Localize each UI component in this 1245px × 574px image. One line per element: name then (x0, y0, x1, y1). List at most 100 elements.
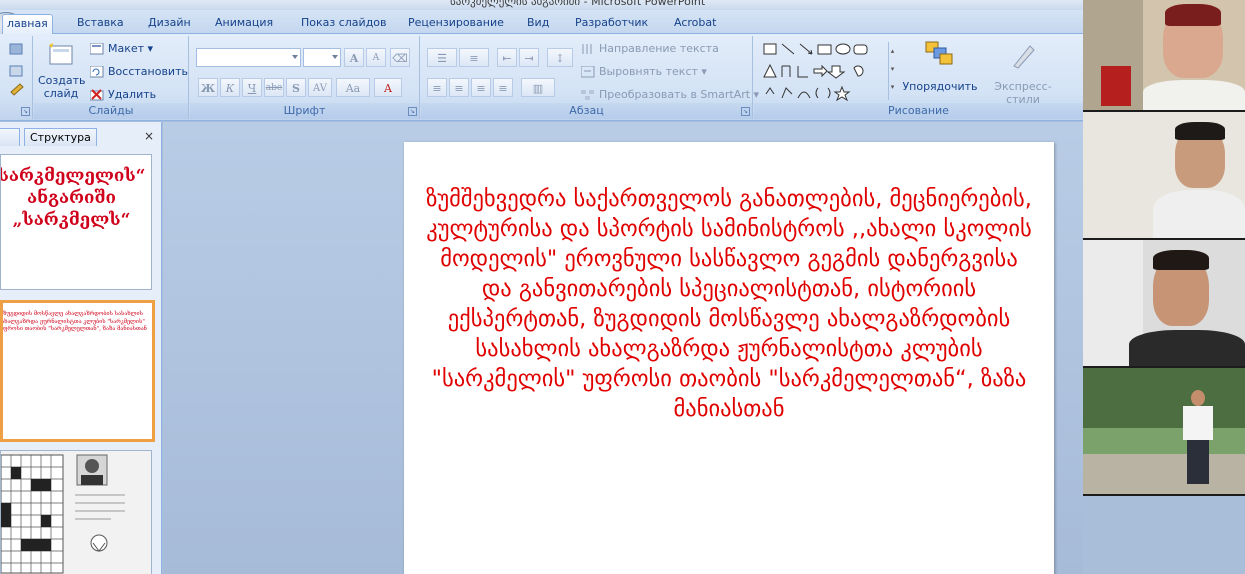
slide-thumbnail-1[interactable]: სარკმელელის“ ანგარიში „სარკმელს“ (0, 154, 152, 290)
video-participants-panel (1083, 0, 1245, 574)
columns-button[interactable]: ▥ (521, 78, 555, 97)
smartart-button[interactable]: Преобразовать в SmartArt ▾ (579, 86, 759, 104)
participant-4-head (1191, 390, 1205, 406)
justify-button[interactable]: ≡ (493, 78, 513, 97)
text-direction-label: Направление текста (599, 42, 719, 55)
drawing-group: ▴ ▾ ▾ Упорядочить Экспресс-стили Рисование (754, 36, 1083, 119)
shapes-scroll[interactable]: ▴ ▾ ▾ (888, 42, 896, 100)
grow-font-button[interactable]: A (344, 48, 364, 67)
align-right-button[interactable]: ≡ (471, 78, 491, 97)
layout-label: Макет (108, 42, 145, 55)
reset-button[interactable]: Восстановить (88, 63, 188, 81)
font-group-label: Шрифт (190, 103, 419, 119)
tab-review[interactable]: Рецензирование (404, 14, 508, 34)
bold-button[interactable]: Ж (198, 78, 218, 97)
increase-indent-button[interactable]: ⇥ (519, 48, 539, 67)
align-left-button[interactable]: ≡ (427, 78, 447, 97)
reset-label: Восстановить (108, 65, 188, 78)
panel-tabs: Структура × (0, 126, 160, 146)
slide-thumbnail-2-text: ზუგდიდის მოსწავლე ახალგაზრდობის სასახლის… (0, 311, 147, 333)
delete-label: Удалить (108, 88, 157, 101)
line-spacing-button[interactable]: ↕ (547, 48, 573, 67)
crossword-image (1, 454, 125, 574)
font-size-select[interactable] (303, 48, 341, 67)
participant-4-shirt (1183, 406, 1213, 440)
quick-styles-button[interactable]: Экспресс-стили (978, 38, 1068, 106)
underline-button[interactable]: Ч (242, 78, 262, 97)
font-family-select[interactable] (196, 48, 301, 67)
align-center-button[interactable]: ≡ (449, 78, 469, 97)
align-text-button[interactable]: Выровнять текст ▾ (579, 63, 707, 81)
create-slide-label: Создать слайд (38, 74, 86, 100)
slide-thumbnail-3[interactable] (0, 450, 152, 574)
font-group: A A ⌫ Ж К Ч abe S AV Aa A Шрифт ↘ (190, 36, 420, 119)
participant-1-hair (1165, 4, 1221, 26)
tab-developer[interactable]: Разработчик (571, 14, 652, 34)
participant-2-shirt (1153, 190, 1245, 238)
participant-1-shirt (1143, 80, 1245, 110)
tab-animation[interactable]: Анимация (211, 14, 277, 34)
change-case-button[interactable]: Aa (336, 78, 370, 97)
window-title-bar: სარკმელელის ანგარიში - Microsoft PowerPo… (0, 0, 1083, 10)
numbering-button[interactable]: ≡ (459, 48, 489, 67)
tab-home[interactable]: лавная (2, 14, 53, 35)
slide-body-text[interactable]: ზუმშეხვედრა საქართველოს განათლების, მეცნ… (424, 184, 1034, 424)
shadow-button[interactable]: S (286, 78, 306, 97)
arrange-button[interactable]: Упорядочить (902, 38, 978, 102)
window-title: სარკმელელის ანგარიში - Microsoft PowerPo… (450, 0, 706, 8)
char-spacing-button[interactable]: AV (308, 78, 332, 97)
video-4-ground (1083, 454, 1245, 494)
clipboard-icons[interactable] (8, 42, 26, 102)
bullets-button[interactable]: ☰ (427, 48, 457, 67)
tab-structure[interactable]: Структура (24, 128, 97, 146)
participant-video-2[interactable] (1083, 112, 1245, 238)
video-panel-empty (1083, 496, 1245, 574)
tab-slides[interactable] (0, 128, 20, 146)
tab-insert[interactable]: Вставка (73, 14, 128, 34)
arrange-label: Упорядочить (902, 80, 978, 93)
slide-thumbnail-2[interactable]: ზუგდიდის მოსწავლე ახალგაზრდობის სასახლის… (0, 300, 155, 442)
participant-2-hair (1175, 122, 1225, 140)
slides-group-label: Слайды (34, 103, 188, 119)
font-color-button[interactable]: A (374, 78, 402, 97)
create-slide-button[interactable]: Создать слайд (38, 40, 86, 102)
shapes-gallery[interactable] (762, 42, 892, 102)
align-text-label: Выровнять текст (599, 65, 698, 78)
ribbon-tab-row: лавная Вставка Дизайн Анимация Показ сла… (0, 10, 1083, 42)
delete-icon (90, 89, 104, 101)
slides-panel: Структура × სარკმელელის“ ანგარიში „სარკმ… (0, 122, 162, 574)
participant-4-pants (1187, 440, 1209, 484)
align-text-icon (581, 66, 595, 78)
tab-design[interactable]: Дизайн (144, 14, 195, 34)
delete-button[interactable]: Удалить (88, 86, 156, 104)
participant-video-1[interactable] (1083, 0, 1245, 110)
decrease-indent-button[interactable]: ⇤ (497, 48, 517, 67)
reset-icon (90, 66, 104, 78)
tab-slideshow[interactable]: Показ слайдов (297, 14, 391, 34)
paragraph-launcher-icon[interactable]: ↘ (741, 107, 750, 116)
tab-acrobat[interactable]: Acrobat (670, 14, 720, 34)
quick-styles-icon (1013, 45, 1035, 69)
clipboard-launcher-icon[interactable]: ↘ (21, 107, 30, 116)
participant-video-3[interactable] (1083, 240, 1245, 366)
layout-button[interactable]: Макет ▾ (88, 40, 153, 58)
close-panel-icon[interactable]: × (144, 129, 154, 143)
clipboard-group: ↘ (0, 36, 33, 119)
participant-video-4[interactable] (1083, 368, 1245, 494)
strikethrough-button[interactable]: abe (264, 78, 284, 97)
new-slide-icon (49, 43, 73, 65)
clear-format-button[interactable]: ⌫ (390, 48, 410, 67)
text-direction-button[interactable]: Направление текста (579, 40, 719, 58)
smartart-label: Преобразовать в SmartArt (599, 88, 751, 101)
video-4-trees (1083, 368, 1245, 428)
slide-workspace: ზუმშეხვედრა საქართველოს განათლების, მეცნ… (163, 122, 1083, 574)
italic-button[interactable]: К (220, 78, 240, 97)
paragraph-group: ☰ ≡ ⇤ ⇥ ↕ ≡ ≡ ≡ ≡ ▥ Направление текста В… (421, 36, 759, 119)
shrink-font-button[interactable]: A (366, 48, 386, 67)
paragraph-group-label: Абзац (421, 103, 752, 119)
video-1-poster (1101, 66, 1131, 106)
font-launcher-icon[interactable]: ↘ (408, 107, 417, 116)
current-slide[interactable]: ზუმშეხვედრა საქართველოს განათლების, მეცნ… (404, 142, 1054, 574)
smartart-icon (581, 90, 594, 100)
tab-view[interactable]: Вид (523, 14, 553, 34)
